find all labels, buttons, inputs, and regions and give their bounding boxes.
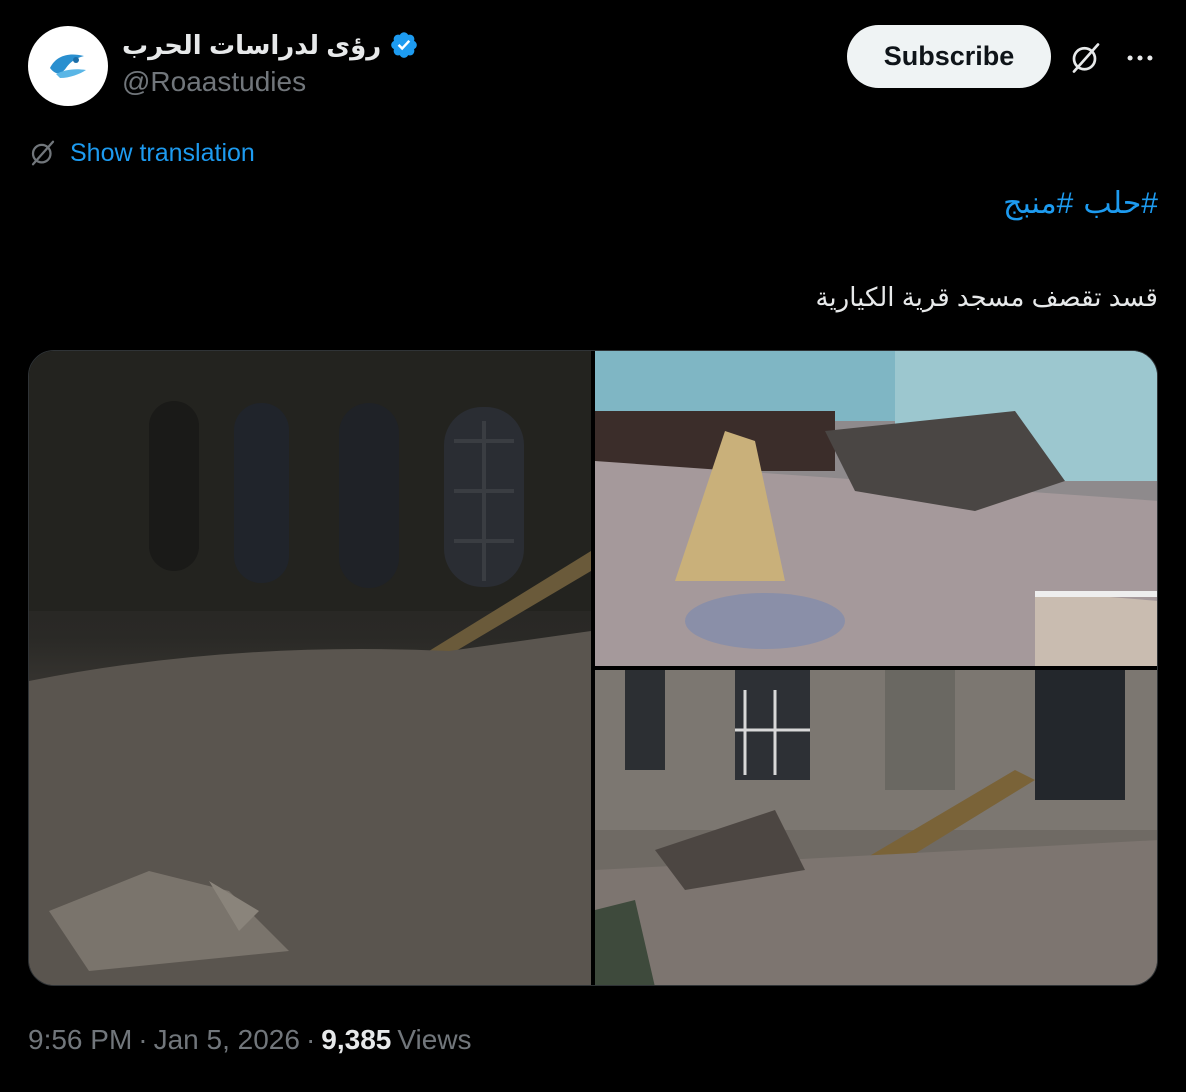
views-label: Views <box>397 1024 472 1055</box>
meta-separator: · <box>305 1024 316 1055</box>
hashtag-link[interactable]: #منبج <box>1003 186 1073 221</box>
show-translation-link[interactable]: Show translation <box>28 138 255 168</box>
media-photo[interactable] <box>595 670 1157 985</box>
meta-separator: · <box>138 1024 148 1055</box>
more-button[interactable] <box>1120 38 1160 78</box>
subscribe-button[interactable]: Subscribe <box>847 25 1051 88</box>
tweet-meta: 9:56 PM · Jan 5, 2026 · 9,385 Views <box>28 1024 472 1056</box>
show-translation-label[interactable]: Show translation <box>70 139 255 168</box>
media-photo[interactable] <box>595 351 1157 666</box>
views-count: 9,385 <box>321 1024 392 1055</box>
media-grid <box>28 350 1158 986</box>
grok-button[interactable] <box>1066 38 1106 78</box>
tweet-time[interactable]: 9:56 PM <box>28 1024 132 1056</box>
grok-icon <box>1072 43 1100 73</box>
media-photo[interactable] <box>29 351 591 985</box>
avatar[interactable] <box>28 26 108 106</box>
roaa-logo-icon <box>42 40 94 92</box>
author-display-name[interactable]: رؤى لدراسات الحرب <box>122 30 381 61</box>
tweet-text: قسد تقصف مسجد قرية الكيارية <box>815 282 1158 312</box>
hashtag-link[interactable]: #حلب <box>1083 186 1158 221</box>
author-handle[interactable]: @Roaastudies <box>122 66 306 98</box>
grok-icon <box>31 140 55 166</box>
tweet-date[interactable]: Jan 5, 2026 <box>154 1024 300 1056</box>
more-icon <box>1127 55 1153 61</box>
author-name-row[interactable]: رؤى لدراسات الحرب <box>122 27 419 63</box>
verified-badge-icon <box>391 32 418 58</box>
hashtags: #حلب #منبج <box>1003 186 1158 221</box>
